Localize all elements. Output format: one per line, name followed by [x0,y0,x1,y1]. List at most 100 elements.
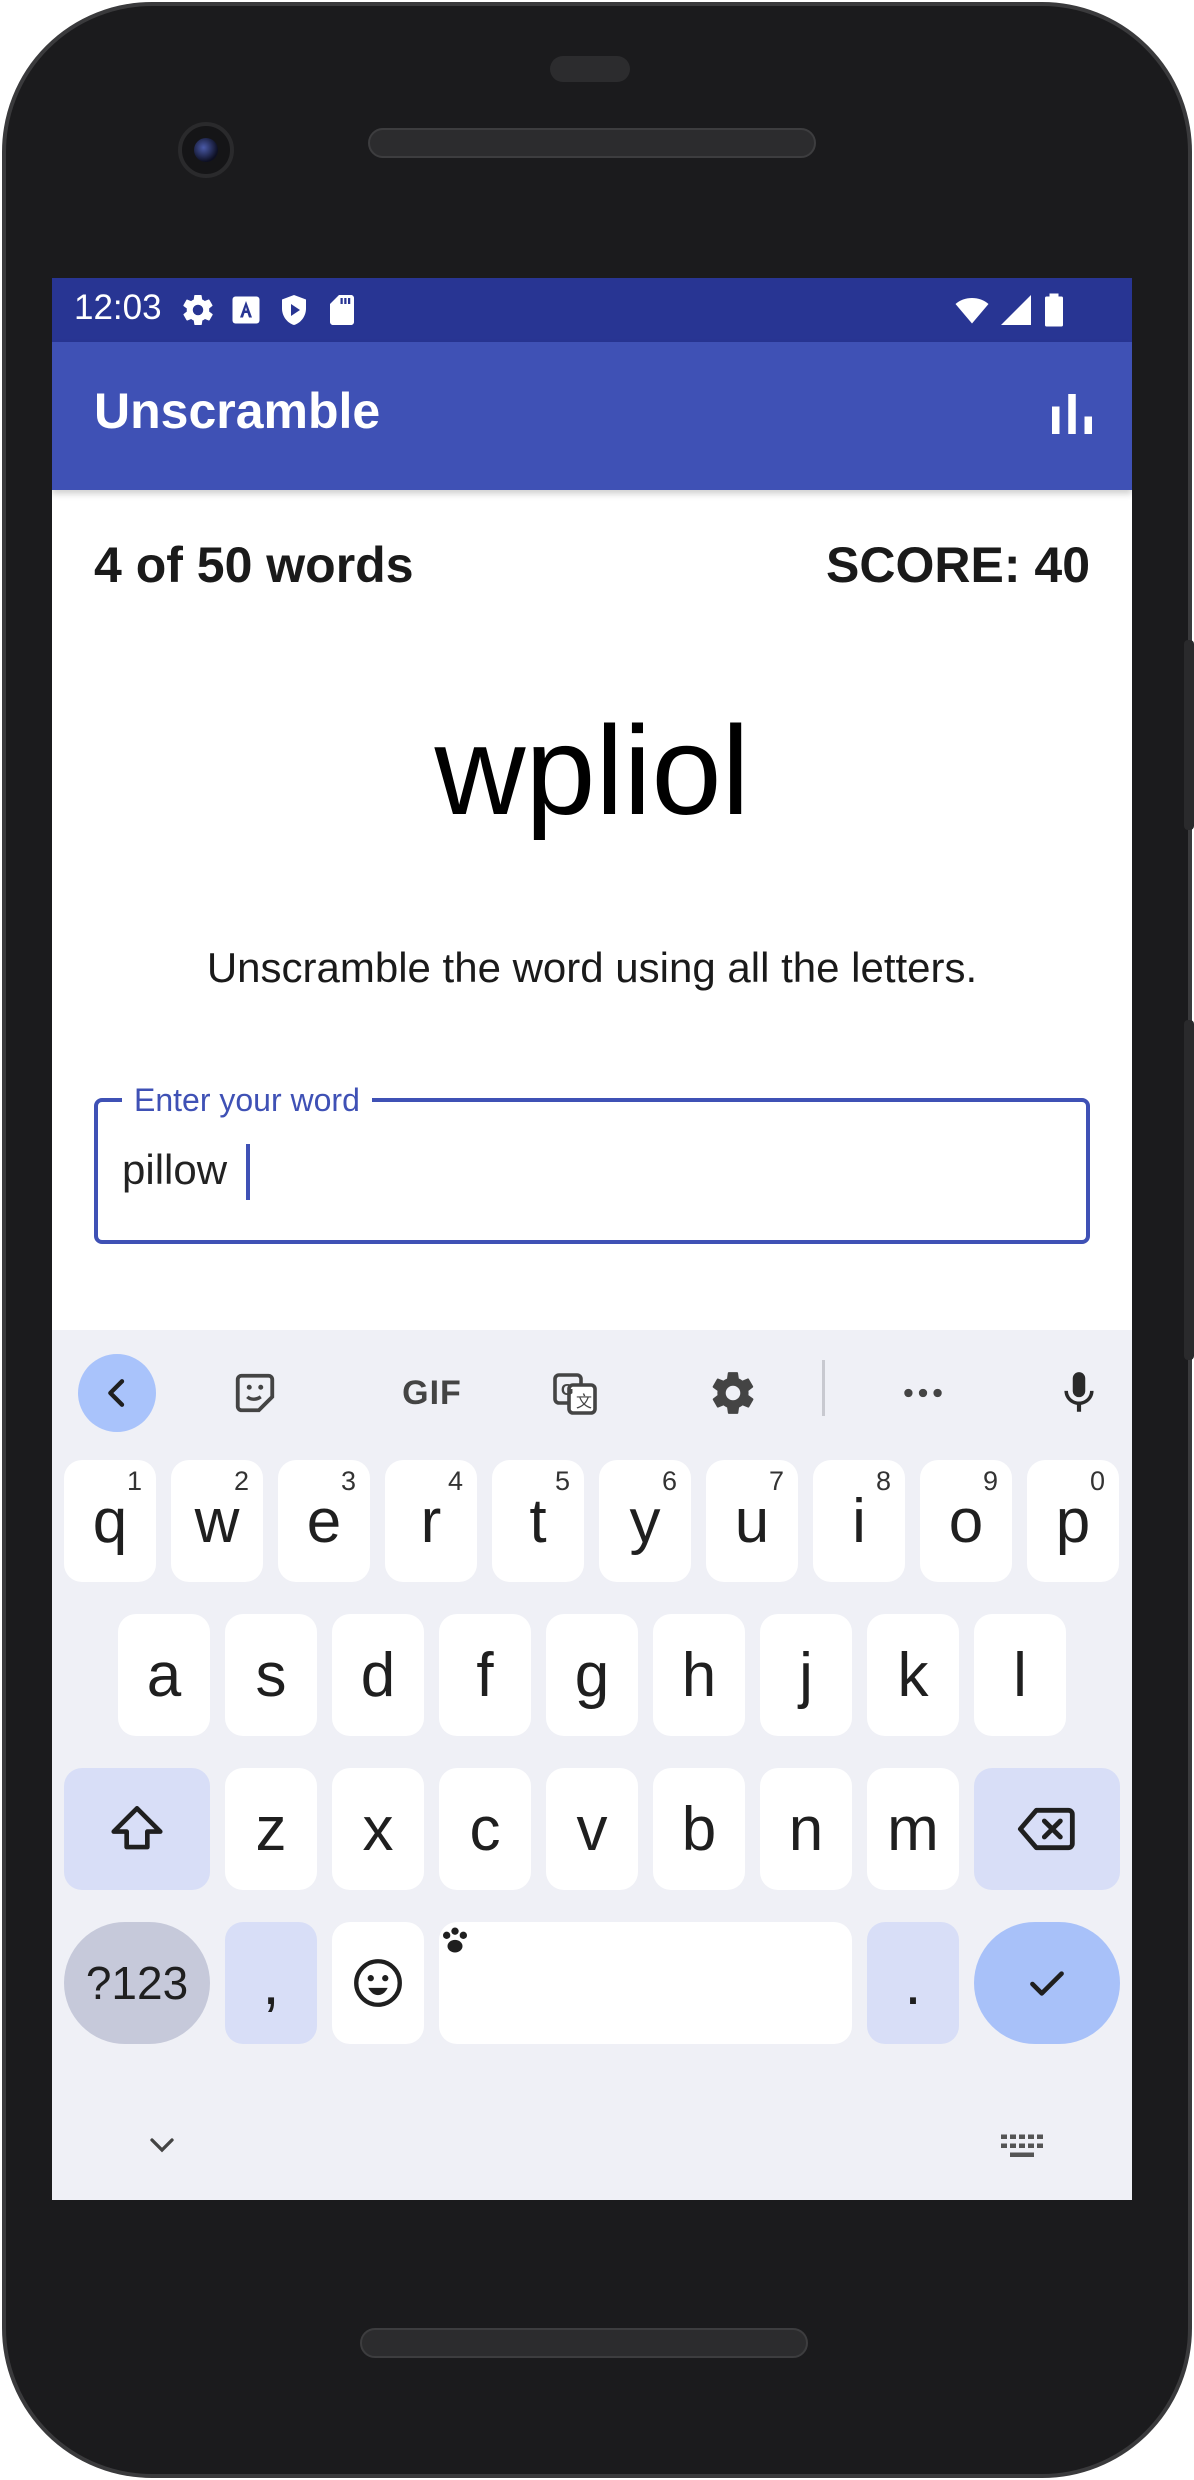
key-hint: 7 [768,1466,784,1496]
instructions: Unscramble the word using all the letter… [206,944,978,991]
key-label: r [420,1486,442,1556]
keyboard-row-4: ?123 , . [52,1922,1132,2044]
key-hint: 2 [233,1466,249,1496]
key-label: q [92,1486,128,1556]
key-hint: 9 [982,1466,998,1496]
signal-icon [1001,295,1031,325]
shift-icon [111,1806,163,1850]
backspace-icon [1017,1807,1075,1851]
key-i[interactable]: i8 [813,1460,905,1582]
key-f[interactable]: f [439,1614,531,1736]
key-k[interactable]: k [867,1614,959,1736]
period-key[interactable]: . [867,1922,959,2044]
gif-icon: GIF [402,1373,462,1412]
svg-text:文: 文 [576,1393,592,1411]
keyboard-row-2: a s d f g h j k l [52,1614,1132,1736]
key-hint: 5 [554,1466,570,1496]
paw-icon [443,1927,467,1953]
enter-key[interactable] [974,1922,1120,2044]
text-a-icon [232,296,260,324]
key-c[interactable]: c [439,1768,531,1890]
check-icon [1030,1971,1064,1996]
status-bar: 12:03 [52,278,1132,342]
key-label: y [629,1486,661,1556]
key-r[interactable]: r4 [385,1460,477,1582]
shift-key[interactable] [64,1768,210,1890]
translate-icon: G文 [553,1373,597,1415]
sensor-slot [550,56,630,82]
gif-button[interactable]: GIF [382,1358,482,1428]
keyboard-settings-button[interactable] [698,1358,768,1428]
hide-keyboard-icon[interactable] [142,2130,182,2160]
earpiece-speaker [368,128,816,158]
keyboard-switch-icon[interactable] [998,2130,1046,2160]
word-count: 4 of 50 words [94,537,414,593]
power-button [1184,640,1194,830]
key-hint: 3 [340,1466,356,1496]
keyboard-row-1: q1 w2 e3 r4 t5 y6 u7 i8 o9 p0 [52,1460,1132,1582]
wifi-icon [955,298,989,324]
key-hint: 1 [126,1466,142,1496]
key-h[interactable]: h [653,1614,745,1736]
key-n[interactable]: n [760,1768,852,1890]
key-q[interactable]: q1 [64,1460,156,1582]
word-input-label: Enter your word [122,1082,372,1119]
app-bar: Unscramble [52,342,1132,490]
app-title: Unscramble [94,383,381,439]
status-time: 12:03 [74,288,162,327]
svg-text:G: G [561,1382,573,1399]
symbols-key[interactable]: ?123 [64,1922,210,2044]
emoji-key[interactable] [332,1922,424,2044]
key-w[interactable]: w2 [171,1460,263,1582]
key-t[interactable]: t5 [492,1460,584,1582]
key-hint: 0 [1089,1466,1105,1496]
key-j[interactable]: j [760,1614,852,1736]
mic-icon [1064,1372,1094,1412]
key-label: t [529,1486,547,1556]
key-z[interactable]: z [225,1768,317,1890]
sd-card-icon [330,295,354,325]
key-label: i [852,1486,866,1556]
keyboard-back-button[interactable] [78,1354,156,1432]
backspace-key[interactable] [974,1768,1120,1890]
bar-chart-icon[interactable] [1042,384,1102,444]
sticker-button[interactable] [220,1358,290,1428]
back-chevron-icon [108,1379,125,1407]
sticker-icon [235,1373,275,1413]
voice-input-button[interactable] [1044,1358,1114,1428]
bottom-speaker [360,2328,808,2358]
key-d[interactable]: d [332,1614,424,1736]
toolbar-divider [822,1360,825,1416]
front-camera [178,122,234,178]
key-label: p [1055,1486,1091,1556]
key-x[interactable]: x [332,1768,424,1890]
more-button[interactable] [888,1358,958,1428]
key-label: e [306,1486,342,1556]
key-s[interactable]: s [225,1614,317,1736]
scrambled-word: wpliol [434,700,750,841]
score: SCORE: 40 [826,537,1090,593]
key-e[interactable]: e3 [278,1460,370,1582]
translate-button[interactable]: G文 [540,1358,610,1428]
key-l[interactable]: l [974,1614,1066,1736]
key-o[interactable]: o9 [920,1460,1012,1582]
battery-icon [1045,293,1063,327]
key-p[interactable]: p0 [1027,1460,1119,1582]
space-key[interactable] [439,1922,852,2044]
more-icon [904,1388,942,1398]
key-b[interactable]: b [653,1768,745,1890]
settings-icon [712,1372,754,1414]
key-label: w [194,1486,240,1556]
key-y[interactable]: y6 [599,1460,691,1582]
key-a[interactable]: a [118,1614,210,1736]
word-input[interactable] [122,1140,1022,1200]
key-g[interactable]: g [546,1614,638,1736]
comma-key[interactable]: , [225,1922,317,2044]
keyboard-row-3: z x c v b n m [52,1768,1132,1890]
key-hint: 8 [875,1466,891,1496]
volume-button [1184,1020,1194,1360]
key-m[interactable]: m [867,1768,959,1890]
play-shield-icon [282,295,306,325]
key-v[interactable]: v [546,1768,638,1890]
key-u[interactable]: u7 [706,1460,798,1582]
